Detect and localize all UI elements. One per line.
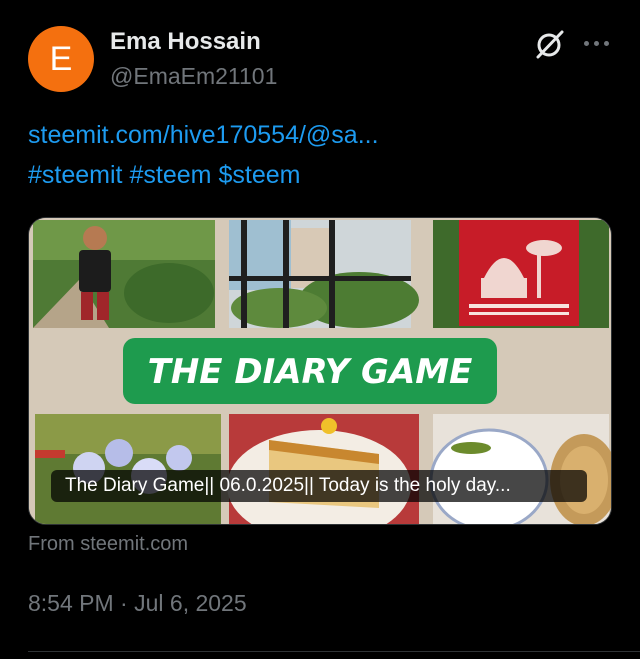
banner-text: THE DIARY GAME xyxy=(148,352,473,392)
author-handle[interactable]: @EmaEm21101 xyxy=(110,63,277,90)
more-horizontal-icon[interactable] xyxy=(580,30,612,56)
photo-cake xyxy=(227,414,419,524)
photo-plate xyxy=(429,414,611,524)
link-source: From steemit.com xyxy=(28,533,188,556)
photo-red-card xyxy=(433,220,609,328)
post-timestamp[interactable]: 8:54 PM · Jul 6, 2025 xyxy=(28,590,247,617)
post-link[interactable]: steemit.com/hive170554/@sa... xyxy=(28,121,379,149)
photo-flowers xyxy=(35,414,221,524)
hashtag-line: #steemit #steem $steem xyxy=(28,161,307,190)
photo-window xyxy=(229,220,419,328)
link-source-domain[interactable]: steemit.com xyxy=(80,533,188,555)
grok-icon[interactable] xyxy=(534,28,566,60)
divider xyxy=(28,651,640,652)
photo-child xyxy=(33,220,215,328)
post-time: 8:54 PM xyxy=(28,590,114,616)
hashtag-steemit[interactable]: #steemit xyxy=(28,161,122,189)
hashtag-steem[interactable]: #steem xyxy=(129,161,211,189)
post-date: Jul 6, 2025 xyxy=(134,590,247,616)
link-source-prefix: From xyxy=(28,533,75,555)
link-card-title: The Diary Game|| 06.0.2025|| Today is th… xyxy=(51,470,587,502)
timestamp-separator: · xyxy=(120,590,128,616)
cashtag-steem[interactable]: $steem xyxy=(218,161,300,189)
link-preview-card[interactable]: THE DIARY GAME The Diary Game|| 06.0.202… xyxy=(28,217,612,525)
author-name[interactable]: Ema Hossain xyxy=(110,28,261,56)
diary-game-banner: THE DIARY GAME xyxy=(123,338,497,404)
avatar[interactable]: E xyxy=(28,26,94,92)
